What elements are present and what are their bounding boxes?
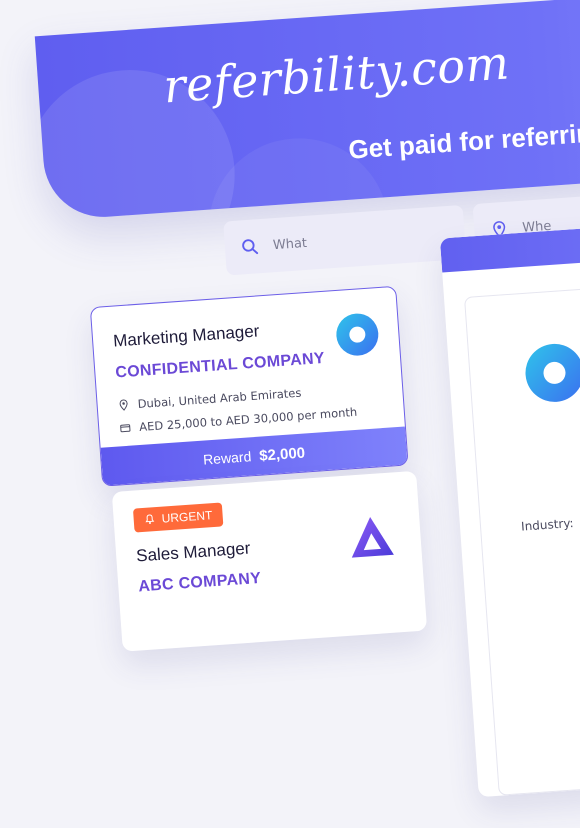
brand-logo[interactable]: referbility.com (162, 35, 512, 113)
job-company: CONFIDENTIAL COMPANY (114, 349, 326, 382)
industry-label: Industry: (520, 515, 575, 534)
search-icon (242, 239, 259, 255)
job-detail-panel: Industry: (439, 213, 580, 798)
salary-icon (120, 424, 131, 433)
job-salary-text: AED 25,000 to AED 30,000 per month (138, 404, 358, 434)
page: referbility.com Get paid for referring W… (0, 0, 580, 828)
location-pin-icon (119, 399, 128, 411)
job-location: Dubai, United Arab Emirates (117, 386, 302, 413)
urgent-badge: URGENT (132, 502, 224, 533)
hero-banner: referbility.com Get paid for referring (34, 0, 580, 221)
search-what-placeholder: What (272, 235, 308, 253)
search-what-input[interactable]: What (223, 204, 467, 276)
job-card[interactable]: Marketing Manager CONFIDENTIAL COMPANY D… (89, 285, 409, 487)
job-title: Marketing Manager (112, 321, 260, 351)
job-company: ABC COMPANY (137, 569, 262, 596)
reward-amount: $2,000 (258, 444, 306, 465)
hero-tagline: Get paid for referring (347, 116, 580, 165)
company-logo-ring (334, 312, 380, 357)
company-logo-ring (523, 341, 580, 404)
job-card[interactable]: URGENT Sales Manager ABC COMPANY (111, 470, 428, 652)
reward-label: Reward (202, 448, 252, 468)
panel-body: Industry: (463, 273, 580, 796)
job-location-text: Dubai, United Arab Emirates (137, 385, 302, 412)
job-title: Sales Manager (135, 538, 251, 566)
company-logo-triangle (351, 516, 394, 558)
urgent-badge-text: URGENT (161, 508, 213, 526)
bell-icon (145, 514, 155, 524)
